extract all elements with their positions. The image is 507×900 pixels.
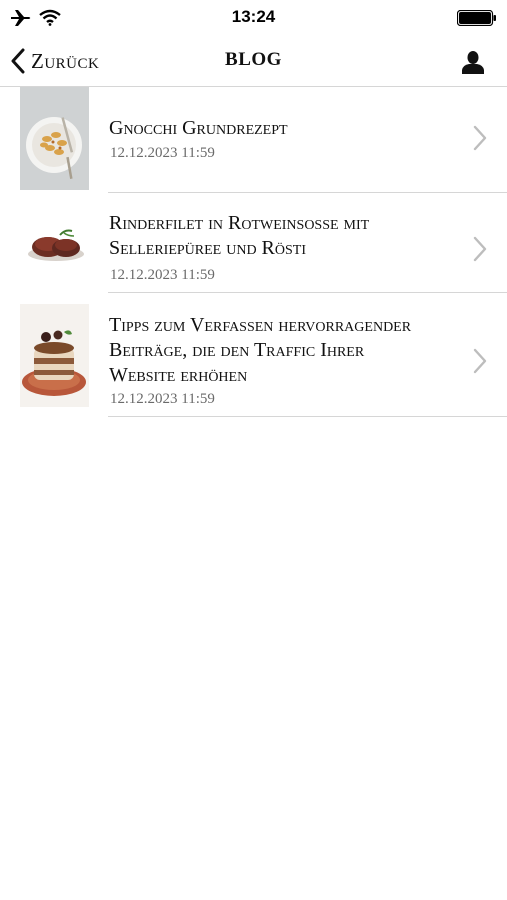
chevron-right-icon: [473, 236, 487, 262]
navigation-bar: Zurück BLOG: [0, 36, 507, 87]
chevron-right-icon: [473, 125, 487, 151]
post-thumbnail: [20, 87, 89, 190]
status-time: 13:24: [231, 7, 276, 26]
list-item-body: Gnocchi Grundrezept 12.12.2023 11:59: [108, 86, 507, 193]
list-item-body: Rinderfilet in Rotweinsosse mit Sellerie…: [108, 193, 507, 293]
gnocchi-image: [20, 87, 89, 190]
tiramisu-image: [20, 304, 89, 407]
list-item[interactable]: Tipps zum Verfassen hervorragender Beitr…: [0, 293, 507, 417]
post-title-line: Rinderfilet in Rotweinsosse mit: [109, 212, 370, 234]
post-title-line: Website erhöhen: [109, 364, 248, 386]
blog-list: Gnocchi Grundrezept 12.12.2023 11:59 Rin: [0, 86, 507, 417]
status-bar: 13:24: [0, 0, 507, 36]
post-thumbnail: [20, 209, 89, 279]
list-item[interactable]: Rinderfilet in Rotweinsosse mit Sellerie…: [0, 193, 507, 293]
list-item-body: Tipps zum Verfassen hervorragender Beitr…: [108, 293, 507, 417]
post-title-line: Selleriepüree und Rösti: [109, 237, 307, 259]
chevron-right-icon: [473, 348, 487, 374]
steak-image: [20, 209, 89, 279]
page-title: BLOG: [225, 49, 282, 70]
post-thumbnail: [20, 304, 89, 407]
post-title-line: Beiträge, die den Traffic Ihrer: [109, 339, 365, 361]
post-date: 12.12.2023 11:59: [110, 267, 215, 283]
user-icon[interactable]: [461, 50, 485, 74]
list-item[interactable]: Gnocchi Grundrezept 12.12.2023 11:59: [0, 86, 507, 193]
post-title-line: Tipps zum Verfassen hervorragender: [109, 314, 412, 336]
battery-icon: [457, 10, 496, 26]
post-title: Tipps zum Verfassen hervorragender Beitr…: [109, 313, 469, 388]
post-date: 12.12.2023 11:59: [110, 145, 215, 161]
post-title: Gnocchi Grundrezept: [109, 117, 288, 139]
post-title: Rinderfilet in Rotweinsosse mit Sellerie…: [109, 211, 469, 261]
post-date: 12.12.2023 11:59: [110, 391, 215, 407]
